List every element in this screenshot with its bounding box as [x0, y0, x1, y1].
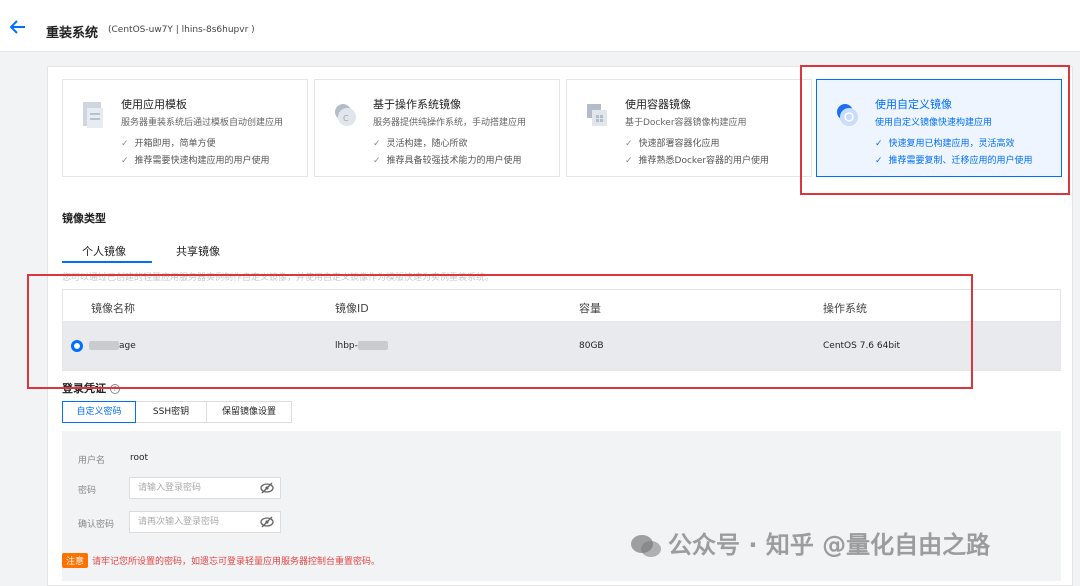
wechat-icon [631, 535, 661, 557]
container-image-icon [587, 104, 607, 126]
username-label: 用户名 [78, 456, 106, 466]
card-title: 使用容器镜像 [625, 98, 691, 111]
card-app-template[interactable]: 使用应用模板 服务器重装系统后通过模板自动创建应用 ✓ 开箱即用，简单方便 ✓ 推荐… [62, 79, 308, 177]
table-header: 镜像名称 镜像ID 容量 操作系统 [63, 290, 1060, 322]
column-header: 操作系统 [823, 302, 867, 315]
tab-keep-image-settings[interactable]: 保留镜像设置 [206, 401, 292, 423]
help-icon[interactable]: ? [110, 384, 120, 394]
column-header: 镜像名称 [91, 302, 135, 315]
confirm-password-input[interactable] [129, 511, 281, 533]
card-custom-image[interactable]: 使用自定义镜像 使用自定义镜像快速构建应用 ✓ 快速复用已构建应用，灵活高效 ✓ 推… [816, 79, 1062, 177]
card-bullet: ✓ 快速部署容器化应用 [625, 139, 720, 149]
custom-image-icon [837, 104, 858, 126]
check-icon: ✓ [625, 156, 633, 166]
username-value: root [130, 453, 149, 463]
redacted-mask [357, 341, 388, 350]
active-tab-indicator [62, 261, 152, 263]
card-bullet: ✓ 推荐熟悉Docker容器的用户使用 [625, 156, 770, 166]
row-radio[interactable] [71, 340, 83, 352]
card-bullet: ✓ 快速复用已构建应用，灵活高效 [875, 139, 1015, 149]
redacted-mask [89, 341, 119, 350]
main-panel: 使用应用模板 服务器重装系统后通过模板自动创建应用 ✓ 开箱即用，简单方便 ✓ 推荐… [47, 66, 1073, 586]
confirm-password-label: 确认密码 [78, 520, 115, 530]
image-type-label: 镜像类型 [62, 212, 106, 225]
password-note: 注意 请牢记您所设置的密码，如遗忘可登录轻量应用服务器控制台重置密码。 [62, 553, 380, 568]
card-bullet: ✓ 灵活构建，随心所欲 [373, 139, 468, 149]
eye-off-icon[interactable] [260, 482, 274, 494]
image-table: 镜像名称 镜像ID 容量 操作系统 age lhbp- 80GB CentOS … [62, 289, 1061, 371]
card-os-image[interactable]: C 基于操作系统镜像 服务器提供纯操作系统，手动搭建应用 ✓ 灵活构建，随心所欲 … [314, 79, 560, 177]
image-hint: 您可以通过已创建的轻量应用服务器实例制作自定义镜像，并使用自定义镜像作为模版快速… [62, 273, 495, 283]
check-icon: ✓ [875, 156, 883, 166]
card-title: 使用应用模板 [121, 98, 187, 111]
tab-custom-password[interactable]: 自定义密码 [62, 401, 136, 423]
card-bullet: ✓ 开箱即用，简单方便 [121, 139, 216, 149]
app-template-icon [83, 102, 103, 128]
tab-personal-image[interactable]: 个人镜像 [82, 243, 126, 259]
image-name-cell: age [89, 341, 136, 351]
card-desc: 使用自定义镜像快速构建应用 [875, 118, 993, 128]
image-size-cell: 80GB [579, 341, 604, 351]
check-icon: ✓ [875, 139, 883, 149]
check-icon: ✓ [121, 139, 129, 149]
back-arrow-icon[interactable] [10, 20, 26, 34]
watermark: 公众号 · 知乎 @量化自由之路 [630, 525, 990, 560]
card-title: 使用自定义镜像 [875, 98, 952, 111]
check-icon: ✓ [373, 139, 381, 149]
top-bar: 重装系统 (CentOS-uw7Y | lhins-8s6hupvr ) [0, 0, 1080, 52]
password-input[interactable] [129, 477, 281, 499]
check-icon: ✓ [373, 156, 381, 166]
card-desc: 服务器重装系统后通过模板自动创建应用 [121, 118, 284, 128]
check-icon: ✓ [625, 139, 633, 149]
card-container-image[interactable]: 使用容器镜像 基于Docker容器镜像构建应用 ✓ 快速部署容器化应用 ✓ 推荐熟悉… [566, 79, 812, 177]
instance-subtitle: (CentOS-uw7Y | lhins-8s6hupvr ) [108, 25, 255, 35]
card-desc: 服务器提供纯操作系统，手动搭建应用 [373, 118, 527, 128]
card-desc: 基于Docker容器镜像构建应用 [625, 118, 747, 128]
card-bullet: ✓ 推荐需要快速构建应用的用户使用 [121, 156, 270, 166]
tab-shared-image[interactable]: 共享镜像 [176, 243, 220, 259]
login-credential-label: 登录凭证? [62, 380, 120, 396]
column-header: 容量 [579, 302, 601, 315]
column-header: 镜像ID [335, 302, 369, 315]
card-bullet: ✓ 推荐需要复制、迁移应用的用户使用 [875, 156, 1033, 166]
page-title: 重装系统 [46, 26, 99, 41]
password-label: 密码 [78, 486, 97, 496]
os-image-icon: C [335, 104, 356, 126]
card-title: 基于操作系统镜像 [373, 98, 461, 111]
note-badge: 注意 [62, 553, 89, 568]
tab-ssh-key[interactable]: SSH密钥 [135, 401, 207, 423]
eye-off-icon[interactable] [260, 516, 274, 528]
svg-text:C: C [343, 114, 349, 123]
check-icon: ✓ [121, 156, 129, 166]
image-os-cell: CentOS 7.6 64bit [823, 341, 901, 351]
table-row[interactable]: age lhbp- 80GB CentOS 7.6 64bit [63, 322, 1060, 370]
card-bullet: ✓ 推荐具备较强技术能力的用户使用 [373, 156, 522, 166]
image-id-cell: lhbp- [335, 341, 388, 351]
